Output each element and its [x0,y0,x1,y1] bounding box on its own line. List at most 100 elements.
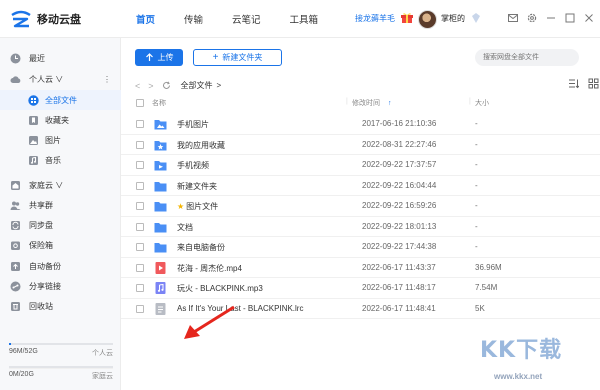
video-icon [155,261,166,274]
row-checkbox[interactable] [136,120,144,128]
file-modified-time: 2022-06-17 11:48:17 [362,283,436,292]
file-name-text: 文档 [177,222,193,232]
sidebar: 最近 个人云 ∨ ⋮ 全部文件 收藏夹 图片 音乐 家庭云 ∨ 共享群 同步盘 … [0,38,121,390]
sidebar-item-share-group[interactable]: 共享群 [0,195,121,215]
settings-icon[interactable] [527,13,537,23]
plus-icon: + [212,52,219,63]
username[interactable]: 掌柜的 [441,13,465,24]
file-size: - [475,119,478,128]
back-icon[interactable]: < [135,81,140,91]
sidebar-item-personal-cloud[interactable]: 个人云 ∨ ⋮ [0,69,121,89]
row-checkbox[interactable] [136,222,144,231]
row-checkbox[interactable] [136,202,144,210]
file-name[interactable]: 来自电脑备份 [177,242,225,253]
column-name[interactable]: 名称 [152,98,166,108]
row-checkbox[interactable] [136,243,144,251]
storage-bar [9,343,113,345]
table-header: 名称 | 修改时间 ↑ | 大小 [121,96,600,112]
table-row[interactable]: 来自电脑备份 2022-09-22 17:44:38 - [121,237,600,258]
watermark: KK下载 [480,338,563,363]
select-all-checkbox[interactable] [136,99,144,107]
file-name[interactable]: 我的应用收藏 [177,140,225,151]
sidebar-item-label: 回收站 [29,301,53,311]
sidebar-item-auto-backup[interactable]: 自动备份 [0,256,121,276]
nav-transfer[interactable]: 传输 [184,12,203,26]
storage-label: 个人云 [92,350,113,357]
link-icon [10,281,21,291]
folder-icon [154,202,167,212]
folder-icon [154,181,167,191]
sidebar-item-share-links[interactable]: 分享链接 [0,276,121,296]
column-time[interactable]: 修改时间 ↑ [352,98,392,108]
sidebar-item-images[interactable]: 图片 [0,130,121,150]
nav-home[interactable]: 首页 [136,12,155,26]
cloud-logo-icon [11,10,31,28]
sidebar-item-label: 全部文件 [45,95,77,105]
file-modified-time: 2022-09-22 17:44:38 [362,242,437,251]
sidebar-item-family-cloud[interactable]: 家庭云 ∨ [0,175,121,195]
sidebar-item-favorites[interactable]: 收藏夹 [0,110,121,130]
file-name[interactable]: 新建文件夹 [177,181,217,192]
watermark-url: www.kkx.net [494,372,543,381]
upload-icon [145,53,153,61]
file-modified-time: 2022-08-31 22:27:46 [362,139,437,149]
row-checkbox[interactable] [136,304,144,313]
table-row[interactable]: 玩火 - BLACKPINK.mp3 2022-06-17 11:48:17 7.5… [121,278,600,299]
table-row[interactable]: 花海 - 周杰伦.mp4 2022-06-17 11:43:37 36.96M [121,258,600,278]
sidebar-item-label: 图片 [45,135,61,145]
refresh-icon[interactable] [162,81,171,90]
avatar[interactable] [418,10,437,29]
more-icon[interactable]: ⋮ [103,75,111,84]
new-folder-button[interactable]: + 新建文件夹 [193,49,282,66]
sidebar-item-sync-disk[interactable]: 同步盘 [0,215,121,235]
table-row[interactable]: 手机视频 2022-09-22 17:37:57 - [121,155,600,176]
file-name[interactable]: 文档 [177,222,193,233]
folder-image-icon [154,120,167,130]
file-name[interactable]: 手机视频 [177,160,209,171]
row-checkbox[interactable] [136,161,144,169]
sort-icon[interactable] [568,78,580,89]
sidebar-item-recycle-bin[interactable]: 回收站 [0,296,121,316]
sidebar-item-all-files[interactable]: 全部文件 [0,90,121,110]
file-modified-time: 2022-09-22 16:59:26 [362,201,437,210]
table-row[interactable]: 我的应用收藏 2022-08-31 22:27:46 - [121,135,600,155]
row-checkbox[interactable] [136,140,144,149]
mail-icon[interactable] [508,13,518,23]
file-size: 7.54M [475,283,498,292]
file-size: - [475,201,478,210]
search-input[interactable] [475,49,579,66]
column-size[interactable]: 大小 [475,98,489,108]
table-row[interactable]: 文档 2022-09-22 18:01:13 - [121,217,600,237]
row-checkbox[interactable] [136,181,144,190]
folder-icon [154,222,167,232]
row-checkbox[interactable] [136,284,144,292]
sidebar-item-safe[interactable]: 保险箱 [0,235,121,255]
new-folder-label: 新建文件夹 [222,53,263,62]
table-row[interactable]: 新建文件夹 2022-09-22 16:04:44 - [121,176,600,196]
file-name[interactable]: 花海 - 周杰伦.mp4 [177,263,242,274]
maximize-icon[interactable] [565,13,575,23]
file-list: 手机图片 2017-06-16 21:10:36 - 我的应用收藏 2022-08-31… [121,114,600,319]
minimize-icon[interactable] [546,13,556,23]
table-row[interactable]: ★ 图片文件 2022-09-22 16:59:26 - [121,196,600,217]
promo-link[interactable]: 接龙薅羊毛 [355,13,395,24]
upload-button[interactable]: 上传 [135,49,183,66]
image-icon [29,135,38,145]
window-controls [508,13,600,23]
app-logo[interactable]: 移动云盘 [10,10,81,28]
sidebar-item-music[interactable]: 音乐 [0,150,121,170]
forward-icon[interactable]: > [148,81,153,91]
close-icon[interactable] [584,13,594,23]
sidebar-item-recent[interactable]: 最近 [0,48,121,68]
file-name[interactable]: 手机图片 [177,119,209,130]
table-row[interactable]: 手机图片 2017-06-16 21:10:36 - [121,114,600,135]
breadcrumb-current[interactable]: 全部文件 [181,80,213,91]
row-checkbox[interactable] [136,263,144,272]
nav-toolbox[interactable]: 工具箱 [290,12,319,26]
file-size: - [475,139,478,149]
file-name[interactable]: 玩火 - BLACKPINK.mp3 [177,283,263,294]
gift-icon[interactable] [401,12,413,23]
file-name[interactable]: ★ 图片文件 [177,201,218,212]
grid-view-icon[interactable] [588,78,599,89]
nav-notes[interactable]: 云笔记 [232,12,261,26]
